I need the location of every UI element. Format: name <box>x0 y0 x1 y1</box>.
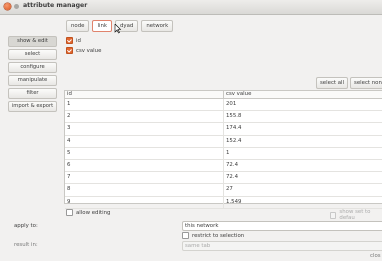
table-cell[interactable]: 1.549 <box>224 197 241 208</box>
table-row[interactable]: 9 1.549 <box>65 196 382 209</box>
result-in-label: result in: <box>14 242 38 248</box>
minimize-icon[interactable] <box>14 4 19 9</box>
attribute-list: id csv value <box>66 37 101 54</box>
apply-to-label: apply to: <box>14 223 38 229</box>
table-cell: 5 <box>65 147 224 159</box>
table-cell[interactable]: 72.4 <box>224 172 238 183</box>
attribute-label: id <box>76 37 81 44</box>
table-cell: 1 <box>65 99 224 111</box>
sidebar-item-configure[interactable]: configure <box>8 62 57 73</box>
close-icon[interactable] <box>4 3 11 10</box>
sidebar-item-select[interactable]: select <box>8 49 57 60</box>
table-cell: 8 <box>65 184 224 196</box>
table-header: id csv value <box>65 91 382 99</box>
sidebar-item-filter[interactable]: filter <box>8 88 57 99</box>
window-title: attribute manager <box>23 2 88 9</box>
attribute-table: id csv value 1 201 2 155.8 3 174.4 4 152… <box>64 90 382 209</box>
sidebar-item-manipulate[interactable]: manipulate <box>8 75 57 86</box>
tab-network[interactable]: network <box>141 20 174 32</box>
table-row[interactable]: 3 174.4 <box>65 123 382 136</box>
sidebar-item-import-export[interactable]: import & export <box>8 101 57 112</box>
table-row[interactable]: 8 27 <box>65 184 382 197</box>
table-cell[interactable]: 27 <box>224 184 233 195</box>
allow-editing-checkbox[interactable] <box>66 209 73 216</box>
table-row[interactable]: 2 155.8 <box>65 111 382 124</box>
table-row[interactable]: 7 72.4 <box>65 172 382 185</box>
show-set-default-toggle: show set to defau <box>330 209 382 221</box>
table-cell: 7 <box>65 172 224 184</box>
attribute-item[interactable]: csv value <box>66 47 101 54</box>
table-cell[interactable]: 152.4 <box>224 136 241 147</box>
show-set-default-checkbox <box>330 211 337 219</box>
table-row[interactable]: 1 201 <box>65 99 382 112</box>
result-in-field[interactable]: same tab <box>182 241 382 251</box>
show-set-default-label: show set to defau <box>339 209 371 221</box>
select-all-button[interactable]: select all <box>316 77 349 89</box>
table-cell: 9 <box>65 196 224 208</box>
table-row[interactable]: 5 1 <box>65 147 382 160</box>
column-header-id[interactable]: id <box>65 91 224 98</box>
checkbox-id[interactable] <box>66 37 73 44</box>
apply-to-select[interactable]: this network <box>182 221 382 231</box>
table-cell[interactable]: 155.8 <box>224 111 241 122</box>
table-cell: 6 <box>65 159 224 172</box>
title-bar: attribute manager <box>0 0 382 15</box>
table-row[interactable]: 6 72.4 <box>65 159 382 173</box>
allow-editing-label: allow editing <box>76 209 111 216</box>
table-cell: 4 <box>65 135 224 147</box>
attribute-item[interactable]: id <box>66 37 101 44</box>
table-cell[interactable]: 174.4 <box>224 123 241 134</box>
tab-link[interactable]: link <box>92 20 112 32</box>
select-none-button[interactable]: select none <box>350 77 382 89</box>
table-cell[interactable]: 1 <box>224 148 229 159</box>
table-cell: 3 <box>65 123 224 135</box>
restrict-toggle[interactable]: restrict to selection <box>182 232 244 239</box>
table-cell[interactable]: 201 <box>224 99 236 110</box>
selection-buttons: select all select none <box>316 77 382 89</box>
close-button[interactable]: clos <box>370 253 381 259</box>
restrict-label: restrict to selection <box>192 232 245 239</box>
sidebar: show & edit select configure manipulate … <box>8 36 57 112</box>
restrict-checkbox[interactable] <box>182 232 189 239</box>
table-cell[interactable]: 72.4 <box>224 160 238 171</box>
table-cell: 2 <box>65 111 224 123</box>
attribute-label: csv value <box>76 47 102 54</box>
column-header-csv-value[interactable]: csv value <box>224 91 251 98</box>
tab-node[interactable]: node <box>66 20 90 32</box>
allow-editing-toggle[interactable]: allow editing <box>66 209 110 216</box>
mouse-cursor-icon <box>114 24 122 34</box>
checkbox-csv-value[interactable] <box>66 47 73 54</box>
sidebar-item-show-edit[interactable]: show & edit <box>8 36 57 47</box>
table-row[interactable]: 4 152.4 <box>65 135 382 148</box>
